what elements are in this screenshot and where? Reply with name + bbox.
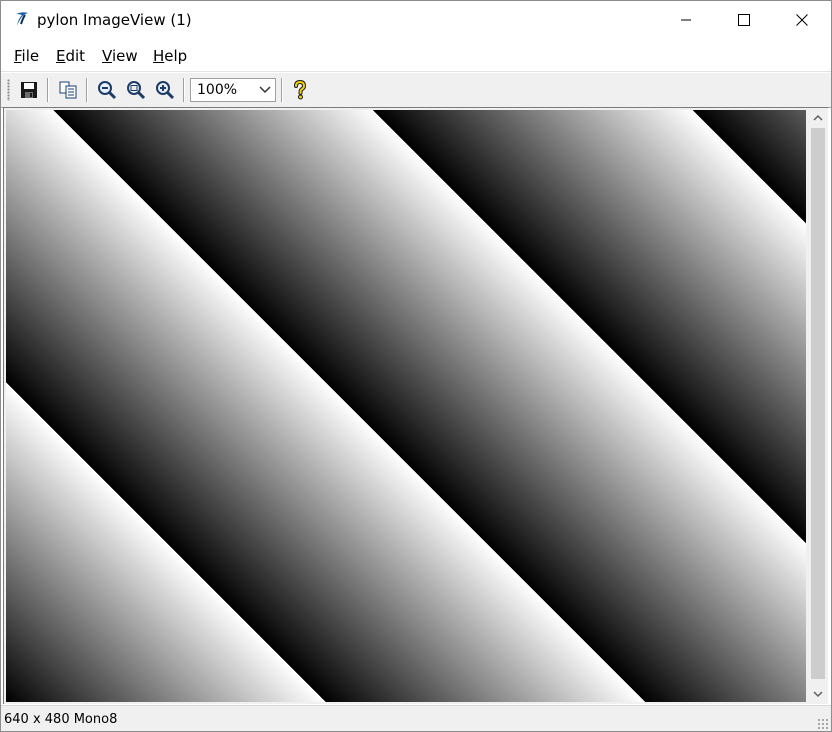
zoom-level-select[interactable]: 100%	[190, 78, 276, 102]
save-icon	[21, 82, 37, 98]
copy-icon	[59, 81, 77, 99]
minimize-icon	[681, 19, 691, 21]
zoom-out-icon	[98, 81, 117, 100]
camera-image[interactable]	[6, 110, 806, 702]
zoom-in-button[interactable]	[153, 78, 177, 102]
maximize-button[interactable]	[715, 1, 773, 39]
menu-file[interactable]: File	[14, 47, 39, 65]
toolbar-separator	[86, 78, 88, 102]
help-button[interactable]	[288, 78, 312, 102]
menu-view[interactable]: View	[102, 47, 138, 65]
app-window: pylon ImageView (1) File Edit View Help	[0, 0, 832, 732]
vertical-scrollbar[interactable]	[808, 108, 828, 704]
minimize-button[interactable]	[657, 1, 715, 39]
zoom-fit-icon	[127, 81, 146, 100]
toolbar-separator	[47, 78, 49, 102]
zoom-fit-button[interactable]	[124, 78, 148, 102]
image-viewport[interactable]	[3, 107, 828, 704]
scroll-down-button[interactable]	[808, 684, 828, 704]
toolbar-separator	[183, 78, 185, 102]
close-button[interactable]	[773, 1, 831, 39]
zoom-in-icon	[156, 81, 175, 100]
chevron-down-icon	[259, 86, 271, 94]
scroll-up-button[interactable]	[808, 108, 828, 128]
image-format-status: 640 x 480 Mono8	[4, 712, 118, 727]
zoom-out-button[interactable]	[95, 78, 119, 102]
toolbar-grip[interactable]	[7, 79, 10, 101]
chevron-up-icon	[813, 114, 823, 121]
status-bar: 640 x 480 Mono8	[1, 705, 831, 731]
maximize-icon	[738, 14, 750, 26]
toolbar: 100%	[1, 72, 831, 108]
pylon-app-icon	[13, 10, 31, 28]
menu-bar: File Edit View Help	[1, 41, 831, 72]
toolbar-separator	[281, 78, 283, 102]
scrollbar-thumb[interactable]	[811, 128, 825, 679]
menu-help[interactable]: Help	[153, 47, 187, 65]
title-bar[interactable]: pylon ImageView (1)	[1, 1, 831, 39]
zoom-level-value: 100%	[197, 82, 238, 98]
copy-button[interactable]	[56, 78, 80, 102]
chevron-down-icon	[813, 691, 823, 698]
resize-grip[interactable]	[817, 718, 829, 730]
help-icon	[294, 80, 307, 100]
window-title: pylon ImageView (1)	[37, 11, 192, 29]
save-button[interactable]	[17, 78, 41, 102]
close-icon	[796, 14, 808, 26]
menu-edit[interactable]: Edit	[56, 47, 85, 65]
